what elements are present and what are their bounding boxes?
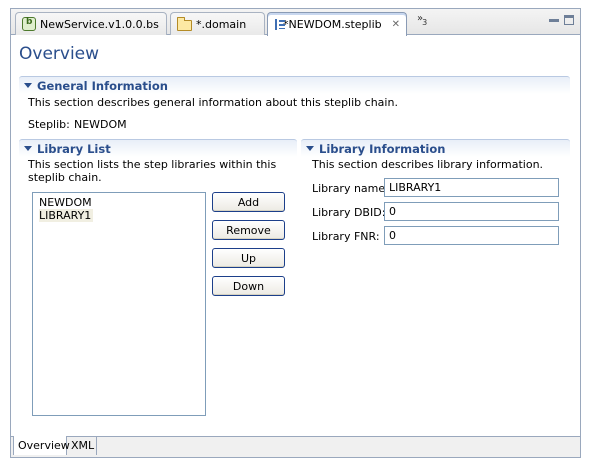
tab-xml[interactable]: XML: [67, 436, 97, 455]
tab-overview[interactable]: Overview: [13, 436, 70, 455]
library-fnr-field[interactable]: 0: [384, 226, 559, 245]
remove-button[interactable]: Remove: [212, 220, 285, 240]
editor-frame: NewService.v1.0.0.bs *.domain *NEWDOM.st…: [10, 8, 581, 458]
list-item[interactable]: NEWDOM: [39, 196, 205, 209]
section-title: Library List: [37, 141, 111, 156]
collapse-triangle-icon[interactable]: [306, 146, 314, 151]
tab-label: *NEWDOM.steplib: [283, 18, 382, 31]
tab-overflow-button[interactable]: »3: [417, 13, 428, 27]
folder-icon: [177, 16, 192, 31]
up-button[interactable]: Up: [212, 248, 285, 268]
editor-tab-bar: NewService.v1.0.0.bs *.domain *NEWDOM.st…: [11, 9, 580, 36]
library-name-label: Library name:: [312, 182, 389, 195]
library-listbox[interactable]: NEWDOM LIBRARY1: [32, 192, 206, 416]
tab-label: *.domain: [196, 17, 247, 31]
minimize-icon[interactable]: [548, 15, 559, 25]
page-title: Overview: [19, 44, 100, 64]
collapse-triangle-icon[interactable]: [24, 83, 32, 88]
down-button[interactable]: Down: [212, 276, 285, 296]
add-button[interactable]: Add: [212, 192, 285, 212]
page-tab-bar: Overview XML: [11, 436, 580, 457]
steplib-value: NEWDOM: [74, 118, 127, 131]
library-name-field[interactable]: LIBRARY1: [384, 178, 559, 197]
tab-newdom-steplib[interactable]: *NEWDOM.steplib ✕: [267, 12, 407, 36]
overflow-count: 3: [422, 18, 428, 27]
maximize-icon[interactable]: [564, 15, 574, 25]
tab-newservice[interactable]: NewService.v1.0.0.bs: [15, 12, 167, 35]
general-description: This section describes general informati…: [28, 96, 398, 109]
library-list-description: This section lists the step libraries wi…: [28, 158, 277, 184]
section-title: General Information: [37, 78, 168, 93]
collapse-triangle-icon[interactable]: [24, 146, 32, 151]
library-info-description: This section describes library informati…: [312, 158, 544, 171]
tab-label: NewService.v1.0.0.bs: [40, 17, 159, 31]
library-dbid-label: Library DBID:: [312, 206, 386, 219]
window-controls: [548, 15, 574, 25]
section-title: Library Information: [319, 141, 446, 156]
library-dbid-field[interactable]: 0: [384, 202, 559, 221]
section-general-header[interactable]: General Information: [19, 76, 570, 94]
editor-content: Overview General Information This sectio…: [11, 36, 580, 436]
list-item-selected[interactable]: LIBRARY1: [39, 209, 94, 222]
section-library-list-header[interactable]: Library List: [19, 139, 297, 157]
steplib-label: Steplib:: [28, 118, 70, 131]
steplib-icon: [274, 18, 286, 32]
library-fnr-label: Library FNR:: [312, 230, 380, 243]
close-icon[interactable]: ✕: [392, 19, 400, 30]
service-file-icon: [22, 17, 36, 31]
tab-domain[interactable]: *.domain: [170, 12, 265, 35]
section-library-info-header[interactable]: Library Information: [301, 139, 570, 157]
